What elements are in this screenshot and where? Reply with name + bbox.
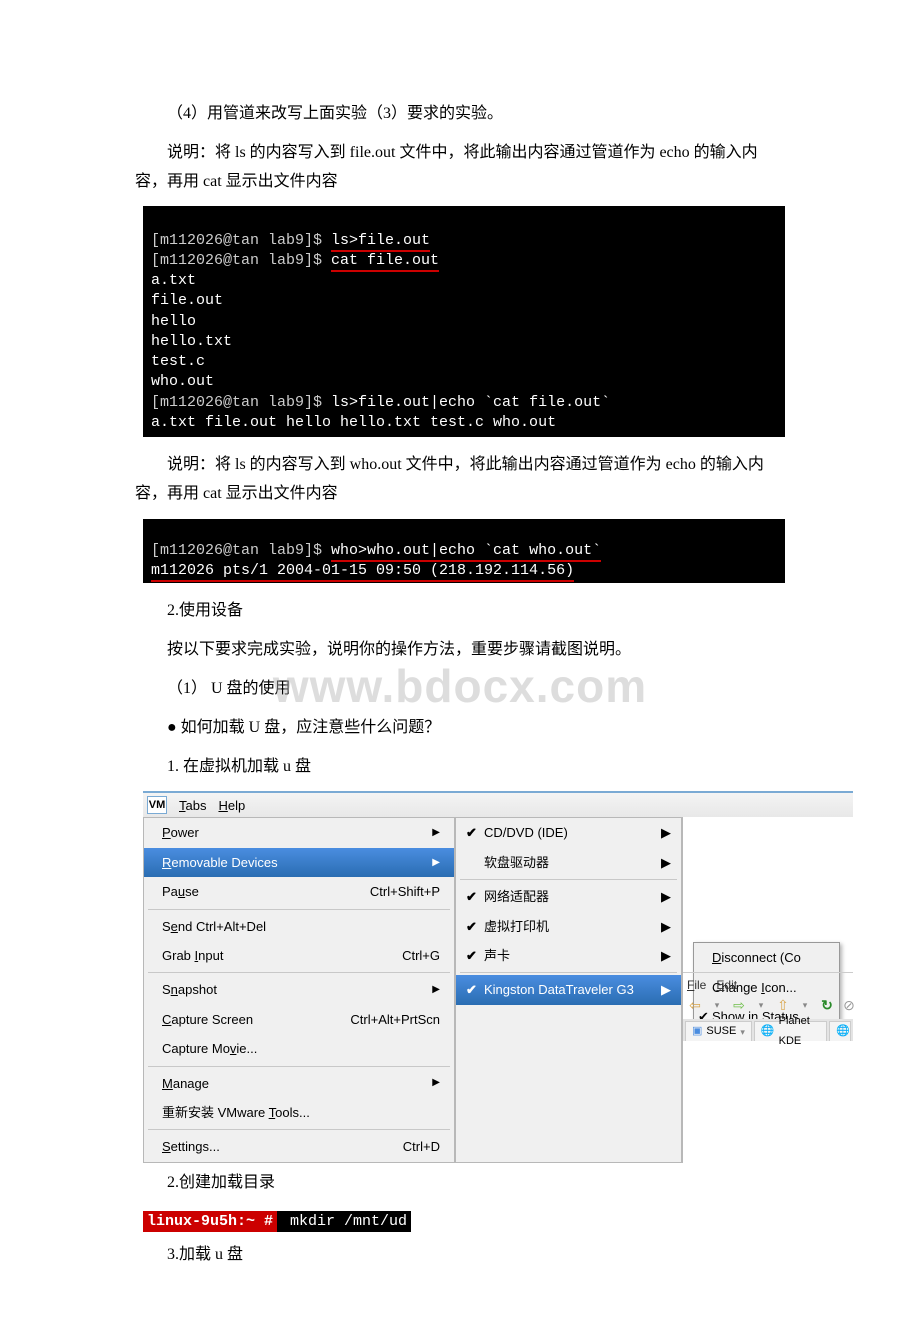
vm-logo-icon: VM [147,796,167,814]
vm-menubar: VM Tabs Help [143,793,853,817]
cmd-mkdir: mkdir /mnt/ud [277,1211,411,1232]
back-icon[interactable]: ⇦ [685,995,705,1015]
term-line: who.out [151,373,214,390]
check-icon: ✔ [466,915,477,938]
heading-devices: 2.使用设备 [135,597,785,626]
forward-icon[interactable]: ⇨ [729,995,749,1015]
submenu-network[interactable]: ✔网络适配器▶ [456,882,681,911]
dropdown-icon[interactable]: ▾ [707,995,727,1015]
term-line: hello [151,313,196,330]
menu-capture-screen[interactable]: Capture ScreenCtrl+Alt+PrtScn [144,1005,454,1034]
check-icon: ✔ [466,944,477,967]
term-line: a.txt file.out hello hello.txt test.c wh… [151,414,556,431]
separator [460,972,677,973]
para-explain-2: 说明：将 ls 的内容写入到 who.out 文件中，将此输出内容通过管道作为 … [135,451,785,509]
terminal-output-2: [m112026@tan lab9]$ who>who.out|echo `ca… [143,519,785,584]
menu-power[interactable]: Power▶ [144,818,454,847]
terminal-output-1: [m112026@tan lab9]$ ls>file.out [m112026… [143,206,785,437]
root-prompt: linux-9u5h:~ # [143,1211,277,1232]
ctx-disconnect[interactable]: Disconnect (Co [694,943,839,972]
para-explain-1: 说明：将 ls 的内容写入到 file.out 文件中，将此输出内容通过管道作为… [135,139,785,197]
separator [148,1129,450,1130]
menu-grab-input[interactable]: Grab InputCtrl+G [144,941,454,970]
menu-send-cad[interactable]: Send Ctrl+Alt+Del [144,912,454,941]
menu-snapshot[interactable]: Snapshot▶ [144,975,454,1004]
submenu-printer[interactable]: ✔虚拟打印机▶ [456,912,681,941]
tab-suse[interactable]: ▣SUSE▾ [685,1021,752,1041]
term-line: file.out [151,292,223,309]
folder-icon: ▣ [692,1022,702,1042]
menu-settings[interactable]: Settings...Ctrl+D [144,1132,454,1161]
cmd-pipe: ls>file.out|echo `cat file.out` [331,394,610,411]
prompt: [m112026@tan lab9]$ [151,232,331,249]
vmware-menu-screenshot: VM Tabs Help Power▶ Removable Devices▶ P… [143,791,853,1162]
para-usb-title: （1） U 盘的使用 [135,675,785,704]
guest-nav-toolbar: ⇦ ▾ ⇨ ▾ ⇧ ▾ ↻ ⊘ [685,995,859,1015]
guest-menu-edit[interactable]: Edit [716,978,737,992]
separator [148,909,450,910]
cmd-cat: cat file.out [331,252,439,272]
para-instructions: 按以下要求完成实验，说明你的操作方法，重要步骤请截图说明。 [135,636,785,665]
menu-pause[interactable]: PauseCtrl+Shift+P [144,877,454,906]
globe-icon: 🌐 [761,1022,775,1042]
terminal-mkdir: linux-9u5h:~ # mkdir /mnt/ud [143,1208,785,1235]
check-icon: ✔ [466,978,477,1001]
cmd-ls-redirect: ls>file.out [331,232,430,252]
globe-icon: 🌐 [836,1022,850,1042]
tab-planet-kde[interactable]: 🌐Planet KDE [754,1021,827,1041]
check-icon: ✔ [466,885,477,908]
prompt: [m112026@tan lab9]$ [151,394,331,411]
guest-tabs: ▣SUSE▾ 🌐Planet KDE 🌐 [683,1019,853,1041]
para-step3: 3.加载 u 盘 [135,1241,785,1270]
dropdown-icon[interactable]: ▾ [751,995,771,1015]
menu-removable-devices[interactable]: Removable Devices▶ [144,848,454,877]
separator [148,972,450,973]
menu-manage[interactable]: Manage▶ [144,1069,454,1098]
term-line: m112026 pts/1 2004-01-15 09:50 (218.192.… [151,562,574,582]
tab-extra[interactable]: 🌐 [829,1021,851,1041]
submenu-sound[interactable]: ✔声卡▶ [456,941,681,970]
prompt: [m112026@tan lab9]$ [151,252,331,269]
term-line: a.txt [151,272,196,289]
separator [460,879,677,880]
menu-tabs[interactable]: Tabs [179,794,206,817]
term-line: test.c [151,353,205,370]
check-icon: ✔ [466,821,477,844]
vm-guest-area: Disconnect (Co Change Icon... ✔Show in S… [682,817,853,1162]
menu-capture-movie[interactable]: Capture Movie... [144,1034,454,1063]
reload-icon[interactable]: ↻ [817,995,837,1015]
separator [148,1066,450,1067]
menu-help[interactable]: Help [218,794,245,817]
para-4: （4）用管道来改写上面实验（3）要求的实验。 [135,100,785,129]
submenu-kingston-usb[interactable]: ✔Kingston DataTraveler G3▶ [456,975,681,1004]
guest-menu-file[interactable]: File [687,978,706,992]
submenu-floppy[interactable]: 软盘驱动器▶ [456,848,681,877]
menu-reinstall-tools[interactable]: 重新安装 VMware Tools... [144,1098,454,1127]
para-usb-question: ● 如何加载 U 盘，应注意些什么问题？ [135,714,785,743]
para-step2: 2.创建加载目录 [135,1169,785,1198]
prompt: [m112026@tan lab9]$ [151,542,331,559]
vm-main-menu: Power▶ Removable Devices▶ PauseCtrl+Shif… [143,817,455,1162]
stop-icon[interactable]: ⊘ [839,995,859,1015]
para-step1: 1. 在虚拟机加载 u 盘 [135,753,785,782]
cmd-who-pipe: who>who.out|echo `cat who.out` [331,542,601,562]
dropdown-icon: ▾ [740,1024,745,1040]
submenu-cddvd[interactable]: ✔CD/DVD (IDE)▶ [456,818,681,847]
term-line: hello.txt [151,333,232,350]
vm-removable-submenu: ✔CD/DVD (IDE)▶ 软盘驱动器▶ ✔网络适配器▶ ✔虚拟打印机▶ ✔声… [455,817,682,1162]
